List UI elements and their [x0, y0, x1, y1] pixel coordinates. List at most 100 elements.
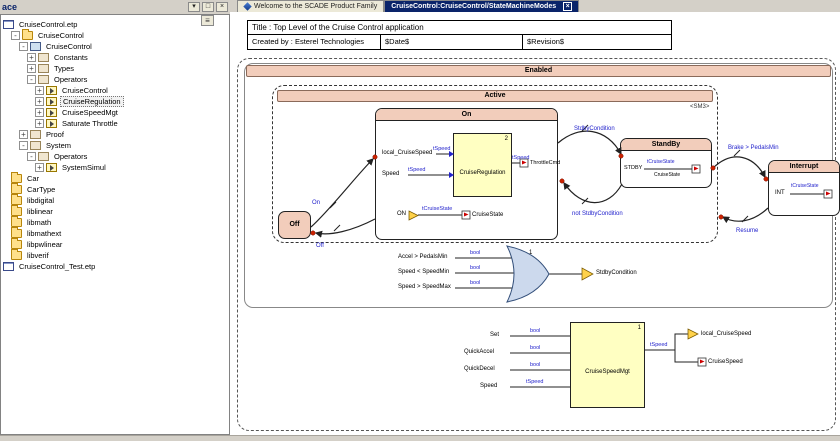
tree-item-label: Car: [25, 174, 41, 183]
transition-label-stdbycondition[interactable]: StdbyCondition: [574, 126, 615, 132]
tree-item[interactable]: -Operators: [1, 151, 229, 162]
tree-item-label: System: [44, 141, 73, 150]
tree-item-label: Saturate Throttle: [60, 119, 120, 128]
transition-label-not-stdbycondition[interactable]: not StdbyCondition: [572, 211, 623, 217]
tree-item-label: liblinear: [25, 207, 55, 216]
tree-item-selected[interactable]: + CruiseRegulation: [1, 96, 229, 107]
pin-icon[interactable]: ▾: [188, 2, 200, 12]
io-label-stdbycondition-out: StdbyCondition: [596, 270, 637, 276]
transition-label-on[interactable]: On: [312, 200, 320, 206]
wire-type-bool: bool: [470, 250, 480, 256]
wire-type-tcruisestate: tCruiseState: [647, 159, 675, 165]
operator-icon: [46, 108, 57, 117]
tree-item[interactable]: libdigital: [1, 195, 229, 206]
operator-icon: [46, 163, 57, 172]
tree-item[interactable]: -CruiseControl: [1, 41, 229, 52]
folder-icon: [11, 174, 22, 183]
tree-item[interactable]: libpwlinear: [1, 239, 229, 250]
tree-item-label: SystemSimul: [60, 163, 108, 172]
tree-item[interactable]: CruiseControl_Test.etp: [1, 261, 229, 272]
panel-menu-button[interactable]: ≡: [201, 15, 214, 26]
block-name: CruiseRegulation: [454, 170, 511, 176]
tree-item[interactable]: + CruiseControl: [1, 85, 229, 96]
expander-icon[interactable]: -: [19, 141, 28, 150]
package-icon: [38, 64, 49, 73]
restore-icon[interactable]: □: [202, 2, 214, 12]
title-block: Title : Top Level of the Cruise Control …: [247, 20, 672, 50]
expander-icon[interactable]: -: [27, 152, 36, 161]
expander-icon[interactable]: +: [27, 53, 36, 62]
transition-label-off[interactable]: Off: [316, 243, 324, 249]
bottom-edge-strip: [0, 435, 840, 441]
expander-icon[interactable]: +: [35, 119, 44, 128]
expander-icon[interactable]: +: [27, 64, 36, 73]
tree-item-label: CruiseControl.etp: [17, 20, 79, 29]
tree-item[interactable]: -Operators: [1, 74, 229, 85]
workspace-panel-header: ace ▾ □ ×: [0, 0, 230, 14]
state-on-title: On: [376, 109, 557, 121]
wire-type-bool: bool: [530, 328, 540, 334]
io-label-int-const: INT: [775, 190, 785, 196]
close-icon[interactable]: ×: [216, 2, 228, 12]
state-active-title: Active: [277, 90, 713, 102]
wire-type-bool: bool: [470, 280, 480, 286]
io-label-speed-lt-speedmin: Speed < SpeedMin: [398, 269, 449, 275]
io-label-cruisespeed-out: CruiseSpeed: [708, 359, 743, 365]
tree-item-label: CruiseControl: [60, 86, 110, 95]
tab-close-icon[interactable]: ×: [563, 2, 572, 11]
title-block-date: $Date$: [381, 35, 523, 49]
tree-item[interactable]: +Proof: [1, 129, 229, 140]
io-label-local-cruisespeed-out: local_CruiseSpeed: [701, 331, 751, 337]
tab-welcome[interactable]: Welcome to the SCADE Product Family: [237, 0, 384, 12]
block-name: CruiseSpeedMgt: [571, 369, 644, 375]
tree-item-label: libdigital: [25, 196, 56, 205]
tree-item[interactable]: + SystemSimul: [1, 162, 229, 173]
io-label-throttlecmd: ThrottleCmd: [530, 160, 560, 166]
expander-icon[interactable]: -: [19, 42, 28, 51]
tree-item-label: libmath: [25, 218, 53, 227]
scade-logo-icon: [243, 2, 251, 10]
io-label-quickdecel: QuickDecel: [464, 366, 495, 372]
tree-item-label: CruiseRegulation: [60, 96, 124, 107]
tree-item[interactable]: Car: [1, 173, 229, 184]
tree-item[interactable]: CruiseControl.etp: [1, 19, 229, 30]
tree-item[interactable]: - System: [1, 140, 229, 151]
tree-item[interactable]: libverif: [1, 250, 229, 261]
tree-item[interactable]: +CruiseSpeedMgt: [1, 107, 229, 118]
expander-icon[interactable]: +: [35, 97, 44, 106]
io-label-speed-gt-speedmax: Speed > SpeedMax: [398, 284, 451, 290]
tree-item[interactable]: -CruiseControl: [1, 30, 229, 41]
wire-type-bool: bool: [530, 345, 540, 351]
title-block-revision: $Revision$: [523, 35, 671, 49]
tree-item[interactable]: + Saturate Throttle: [1, 118, 229, 129]
state-off[interactable]: Off: [278, 211, 311, 239]
transition-label-brake[interactable]: Brake > PedalsMin: [728, 145, 779, 151]
operator-icon: [46, 86, 57, 95]
tree-item[interactable]: + Types: [1, 63, 229, 74]
tree-item[interactable]: libmathext: [1, 228, 229, 239]
tab-statemachinemodes-label: CruiseControl:CruiseControl/StateMachine…: [391, 3, 556, 10]
expander-icon[interactable]: -: [11, 31, 20, 40]
tree-item-label: libpwlinear: [25, 240, 64, 249]
expander-icon[interactable]: -: [27, 75, 36, 84]
expander-icon[interactable]: +: [35, 108, 44, 117]
package-icon: [38, 152, 49, 161]
io-label-quickaccel: QuickAccel: [464, 349, 494, 355]
or-gate-instance-number: 1: [529, 250, 532, 256]
diagram-canvas[interactable]: Title : Top Level of the Cruise Control …: [230, 12, 840, 435]
expander-icon[interactable]: +: [35, 86, 44, 95]
block-cruise-speed-mgt[interactable]: 1 CruiseSpeedMgt: [570, 322, 645, 408]
tree-item[interactable]: liblinear: [1, 206, 229, 217]
title-block-title: Title : Top Level of the Cruise Control …: [248, 21, 671, 35]
expander-icon[interactable]: +: [35, 163, 44, 172]
tab-statemachinemodes[interactable]: CruiseControl:CruiseControl/StateMachine…: [384, 0, 579, 12]
block-cruise-regulation[interactable]: 2 CruiseRegulation: [453, 133, 512, 197]
expander-icon[interactable]: +: [19, 130, 28, 139]
tree-item[interactable]: CarType: [1, 184, 229, 195]
tree-item-label: Types: [52, 64, 76, 73]
io-label-speed: Speed: [382, 171, 399, 177]
tree-item[interactable]: +Constants: [1, 52, 229, 63]
tree-item[interactable]: libmath: [1, 217, 229, 228]
tree-item-label: CarType: [25, 185, 57, 194]
transition-label-resume[interactable]: Resume: [736, 228, 758, 234]
